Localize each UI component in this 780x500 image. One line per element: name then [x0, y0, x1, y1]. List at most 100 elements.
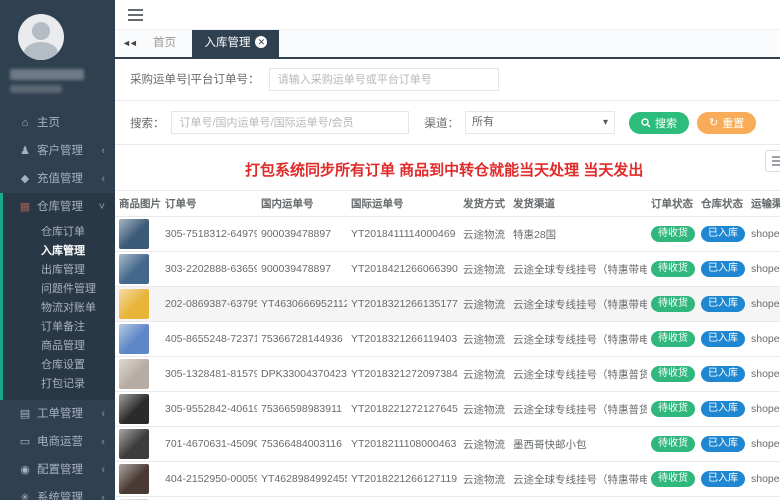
- warehouse-status-badge: 已入库: [701, 436, 745, 452]
- warehouse-status-badge: 已入库: [701, 226, 745, 242]
- cell-domestic-tracking: DPK330043704233: [261, 368, 347, 380]
- channel-select[interactable]: 所有 ▾: [465, 111, 615, 134]
- sidebar-subitem-仓库设置[interactable]: 仓库设置: [3, 356, 115, 375]
- order-status-badge: 待收货: [651, 261, 695, 277]
- column-header-订单状态: 订单状态: [651, 198, 693, 210]
- sidebar-subitem-入库管理[interactable]: 入库管理: [3, 242, 115, 261]
- search-button[interactable]: 搜索: [629, 111, 689, 134]
- sidebar-item-配置管理[interactable]: ◉ 配置管理 ‹: [0, 456, 115, 484]
- cell-ship-method: 云途物流: [463, 438, 505, 451]
- workorder-icon: ▤: [19, 408, 31, 420]
- table-row[interactable]: 404-2152950-0005918 YT4628984992455 YT2018…: [115, 462, 780, 497]
- search-input[interactable]: [170, 111, 409, 134]
- cell-domestic-tracking: 900039478897: [261, 263, 332, 275]
- search-icon: [641, 117, 651, 127]
- column-header-运输渠道: 运输渠道: [751, 198, 780, 210]
- search-button-label: 搜索: [655, 117, 677, 130]
- order-status-badge: 待收货: [651, 436, 695, 452]
- product-thumbnail: [119, 359, 149, 389]
- sidebar-group: ◆ 充值管理 ‹: [0, 165, 115, 193]
- sidebar-item-工单管理[interactable]: ▤ 工单管理 ‹: [0, 400, 115, 428]
- cell-warehouse-status: 已入库: [697, 252, 747, 287]
- cell-product-image: [115, 217, 161, 252]
- sidebar-item-label: 工单管理: [37, 408, 83, 420]
- table-row[interactable]: 202-0869387-6379533 YT4630666952112 YT2018…: [115, 286, 780, 322]
- sidebar: ⌂ 主页 ♟ 客户管理 ‹ ◆ 充值管理 ‹ ▦ 仓库管理 ˅ 仓库订单 入库管理 出库管理 问题件管理 物流…: [0, 0, 115, 500]
- search-panel: 搜索： 渠道： 所有 ▾ 搜索 ↻ 重置: [115, 101, 780, 145]
- tab-close-icon[interactable]: ✕: [255, 36, 268, 48]
- sidebar-item-仓库管理[interactable]: ▦ 仓库管理 ˅: [3, 193, 115, 221]
- sidebar-subitem-问题件管理[interactable]: 问题件管理: [3, 280, 115, 299]
- cell-domestic-tracking: 900039478897: [261, 228, 332, 240]
- cell-order-status: 待收货: [647, 392, 697, 427]
- product-thumbnail: [119, 464, 149, 494]
- cell-ship-method: 云途物流: [463, 473, 505, 486]
- chevron-down-icon: ▾: [602, 117, 608, 128]
- cell-ship-channel: 云途全球专线挂号（特惠带电）: [513, 473, 647, 486]
- table-row[interactable]: 305-1328481-8157960 DPK330043704233 YT2018…: [115, 357, 780, 392]
- table-columns-button[interactable]: [765, 150, 780, 172]
- topbar: [115, 0, 780, 30]
- sidebar-item-主页[interactable]: ⌂ 主页: [0, 109, 115, 137]
- cell-ship-method: 云途物流: [463, 263, 505, 276]
- cell-intl-tracking: YT2018421266066390: [351, 263, 458, 275]
- cell-platform: shopee: [751, 473, 780, 485]
- sidebar-item-label: 配置管理: [37, 464, 83, 476]
- cell-product-image: [115, 287, 161, 322]
- cell-warehouse-status: 已入库: [697, 392, 747, 427]
- cell-ship-method: 云途物流: [463, 228, 505, 241]
- cell-order-number: 202-0869387-6379533: [165, 298, 257, 310]
- table-row[interactable]: 305-7518312-6497952 900039478897 YT2018411…: [115, 217, 780, 252]
- cell-order-status: 待收货: [647, 357, 697, 392]
- sidebar-subitem-商品管理[interactable]: 商品管理: [3, 337, 115, 356]
- table-row[interactable]: 404-2901274-392832775366553739924YT20182…: [115, 497, 780, 500]
- cell-ship-channel: 云途全球专线挂号（特惠带电）: [513, 298, 647, 311]
- sidebar-subitem-打包记录[interactable]: 打包记录: [3, 375, 115, 394]
- product-thumbnail: [119, 254, 149, 284]
- tab-inbound-management[interactable]: 入库管理 ✕: [192, 30, 280, 57]
- sidebar-subitem-出库管理[interactable]: 出库管理: [3, 261, 115, 280]
- cell-intl-tracking: YT2018221266093490: [347, 497, 459, 500]
- chevron-collapsed-icon: ‹: [101, 145, 105, 157]
- app-window: ⌂ 主页 ♟ 客户管理 ‹ ◆ 充值管理 ‹ ▦ 仓库管理 ˅ 仓库订单 入库管理 出库管理 问题件管理 物流…: [0, 0, 780, 500]
- table-row[interactable]: 701-4670631-4509033 75366484003116 YT20182…: [115, 427, 780, 462]
- chevron-collapsed-icon: ‹: [101, 492, 105, 500]
- orders-table: 商品图片订单号 国内运单号 国际运单号 发货方式发货渠道 订单状态仓库状态运输渠道 30…: [115, 190, 780, 500]
- hamburger-icon[interactable]: [128, 9, 143, 21]
- user-role-redacted: [10, 85, 62, 93]
- warehouse-icon: ▦: [19, 201, 31, 213]
- product-thumbnail: [119, 324, 149, 354]
- table-row[interactable]: 305-9552842-4061929 75366598983911 YT20182…: [115, 392, 780, 427]
- cell-warehouse-status: 已入库: [697, 462, 747, 497]
- tab-home[interactable]: 首页: [141, 30, 188, 57]
- sidebar-subitem-物流对账单[interactable]: 物流对账单: [3, 299, 115, 318]
- notice-banner: 打包系统同步所有订单 商品到中转仓就能当天处理 当天发出: [245, 162, 644, 179]
- sidebar-subitem-订单备注[interactable]: 订单备注: [3, 318, 115, 337]
- table-header-row: 商品图片订单号 国内运单号 国际运单号 发货方式发货渠道 订单状态仓库状态运输渠道: [115, 190, 780, 217]
- sidebar-item-客户管理[interactable]: ♟ 客户管理 ‹: [0, 137, 115, 165]
- chevron-collapsed-icon: ‹: [101, 436, 105, 448]
- cell-order-number: 303-2202888-6365943: [165, 263, 257, 275]
- cell-product-image: [115, 392, 161, 427]
- cell-platform: shopee: [751, 263, 780, 275]
- warehouse-status-badge: 已入库: [701, 331, 745, 347]
- sidebar-group: ▭ 电商运营 ‹: [0, 428, 115, 456]
- sidebar-item-系统管理[interactable]: ✳ 系统管理 ‹: [0, 484, 115, 500]
- table-row[interactable]: 303-2202888-6365943 900039478897 YT2018421…: [115, 252, 780, 287]
- cell-order-status: 待收货: [647, 287, 697, 322]
- table-row[interactable]: 405-8655248-7237124 75366728144936 YT20183…: [115, 322, 780, 357]
- cell-ship-channel: 特惠28国: [513, 228, 557, 241]
- cell-domestic-tracking: 75366598983911: [261, 403, 342, 415]
- cell-product-image: [115, 357, 161, 392]
- sidebar-subitem-仓库订单[interactable]: 仓库订单: [3, 223, 115, 242]
- user-profile[interactable]: [0, 0, 115, 93]
- cell-ship-method: 云途物流: [463, 368, 505, 381]
- cell-intl-tracking: YT2018221266127119: [351, 473, 458, 485]
- sidebar-item-电商运营[interactable]: ▭ 电商运营 ‹: [0, 428, 115, 456]
- cell-order-status: 待收货: [647, 497, 697, 500]
- reset-button[interactable]: ↻ 重置: [697, 111, 757, 134]
- sidebar-item-充值管理[interactable]: ◆ 充值管理 ‹: [0, 165, 115, 193]
- tabs-scroll-left-icon[interactable]: ◄◄: [122, 38, 138, 48]
- purchase-waybill-input[interactable]: [268, 68, 499, 91]
- chevron-expanded-icon: ˅: [98, 201, 105, 213]
